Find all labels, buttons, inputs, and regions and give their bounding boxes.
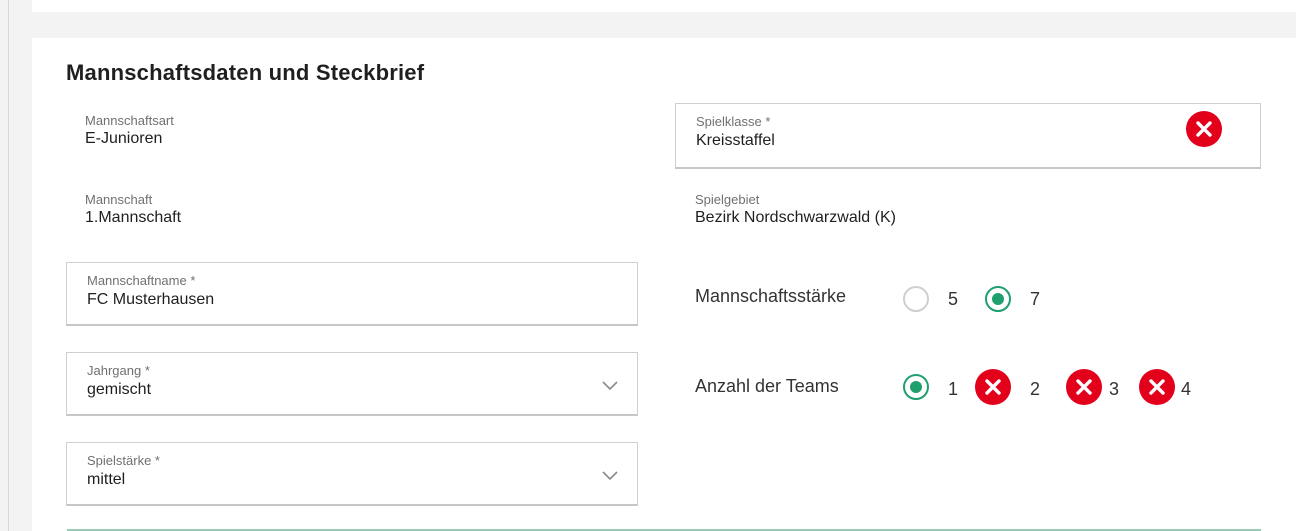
spielstaerke-value: mittel [87,471,126,488]
mannschaftsart-value: E-Junioren [85,130,163,147]
radio-staerke-7[interactable] [985,286,1011,312]
spielklasse-value: Kreisstaffel [696,132,775,149]
x-circle-icon[interactable] [1186,111,1222,147]
x-circle-icon[interactable] [975,369,1011,405]
spielgebiet-label: Spielgebiet [695,192,760,207]
jahrgang-select[interactable]: Jahrgang * gemischt [66,352,638,416]
jahrgang-label: Jahrgang * [87,363,150,378]
chevron-down-icon[interactable] [601,379,619,391]
previous-card-edge [32,0,1296,12]
jahrgang-value: gemischt [87,381,152,398]
radio-teams-1-label: 1 [948,379,959,399]
mannschaftsart-label: Mannschaftsart [85,113,174,128]
x-circle-icon[interactable] [1066,369,1102,405]
mannschaftname-value[interactable]: FC Musterhausen [87,290,214,310]
x-circle-icon[interactable] [1139,369,1175,405]
chevron-down-icon[interactable] [601,469,619,481]
spielklasse-label: Spielklasse * [696,114,771,129]
section-title: Mannschaftsdaten und Steckbrief [66,60,425,85]
anzahl-teams-label: Anzahl der Teams [695,376,839,396]
spielklasse-field[interactable]: Spielklasse * Kreisstaffel [675,103,1261,169]
radio-teams-1[interactable] [903,374,929,400]
mannschaft-display: Mannschaft 1.Mannschaft [85,192,181,228]
mannschaftsart-display: Mannschaftsart E-Junioren [85,113,174,149]
radio-teams-2-label: 2 [1030,379,1041,399]
mannschaftsstaerke-label: Mannschaftsstärke [695,286,847,306]
spielstaerke-select[interactable]: Spielstärke * mittel [66,442,638,506]
spielgebiet-display: Spielgebiet Bezirk Nordschwarzwald (K) [695,192,896,228]
mannschaftname-label: Mannschaftname * [87,273,196,288]
radio-staerke-5-label: 5 [948,289,959,309]
radio-staerke-7-label: 7 [1030,289,1041,309]
radio-teams-4-label: 4 [1181,379,1192,399]
left-divider [8,0,9,531]
mannschaftname-field[interactable]: Mannschaftname * FC Musterhausen [66,262,638,326]
mannschaft-label: Mannschaft [85,192,153,207]
spielstaerke-label: Spielstärke * [87,453,160,468]
radio-staerke-5[interactable] [903,286,929,312]
team-data-card: Mannschaftsdaten und Steckbrief Mannscha… [32,38,1296,531]
spielgebiet-value: Bezirk Nordschwarzwald (K) [695,209,896,226]
radio-teams-3-label: 3 [1109,379,1120,399]
mannschaft-value: 1.Mannschaft [85,209,182,226]
